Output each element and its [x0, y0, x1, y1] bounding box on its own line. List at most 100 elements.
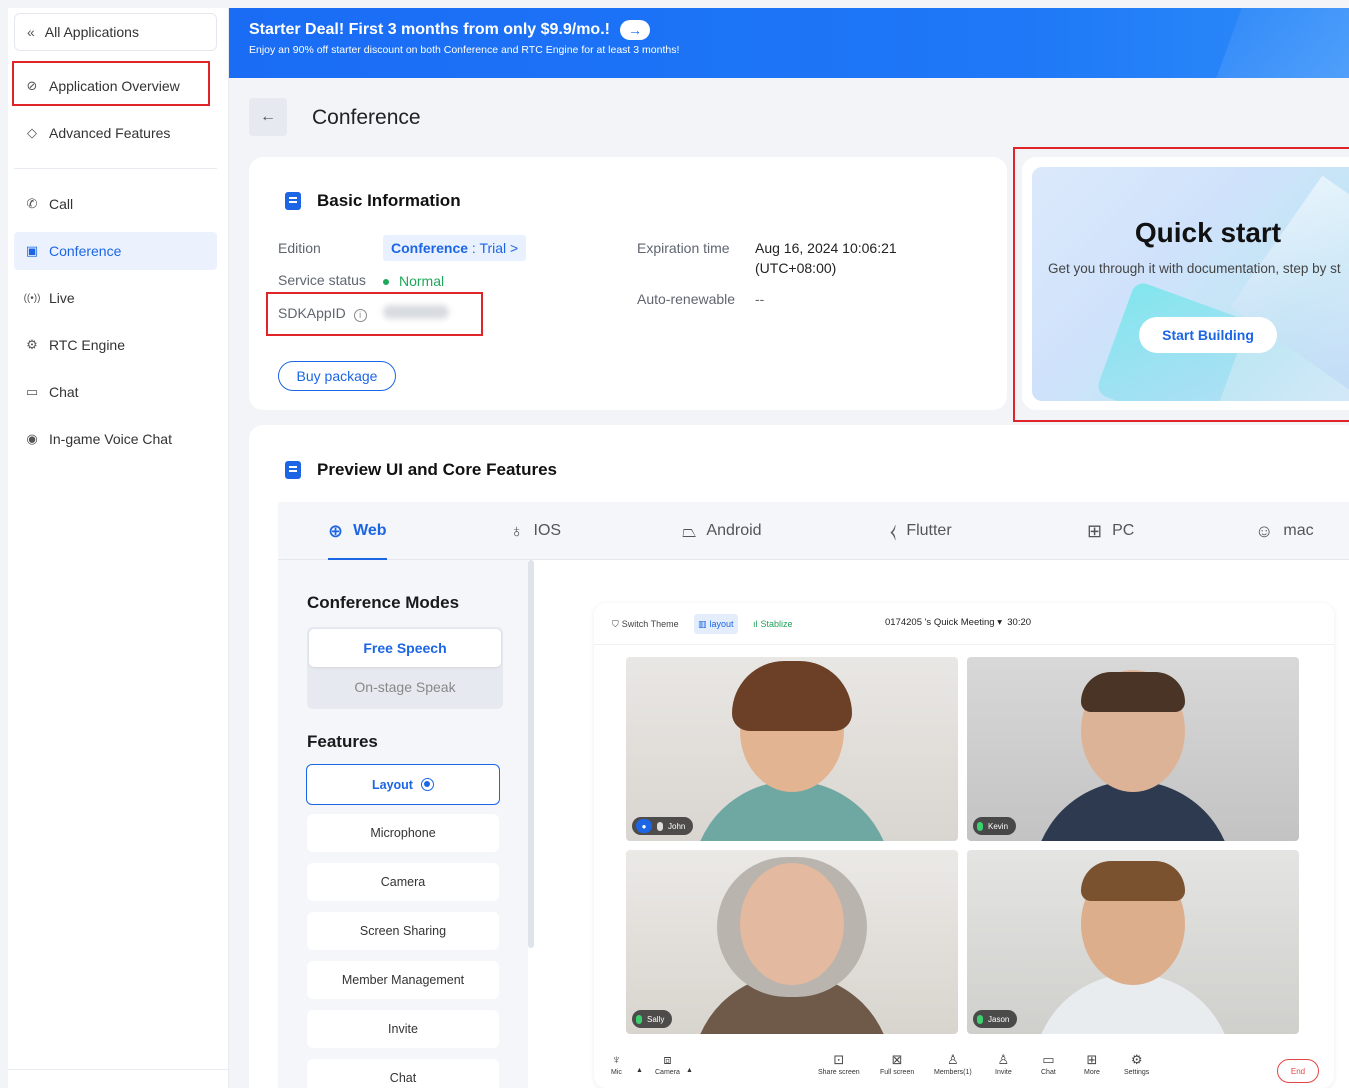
toolbar-more[interactable]: ⊞ More — [1084, 1052, 1100, 1077]
toolbar-invite[interactable]: ♙ Invite — [995, 1052, 1012, 1077]
toolbar-members[interactable]: ♙ Members(1) — [934, 1053, 972, 1077]
sidebar-item-label: Call — [49, 196, 74, 212]
switch-theme-button[interactable]: ⛉ Switch Theme — [608, 614, 683, 634]
tab-label: PC — [1112, 522, 1135, 539]
auto-renewable-label: Auto-renewable — [637, 291, 736, 307]
feature-label: Layout — [372, 777, 413, 792]
double-chevron-left-icon: « — [27, 24, 35, 40]
grid-icon: ⊞ — [1086, 1052, 1098, 1067]
quick-start-background — [1032, 167, 1349, 401]
participant-name: Sally — [647, 1014, 665, 1024]
features-heading: Features — [307, 732, 378, 751]
options-scrollbar[interactable] — [528, 560, 534, 948]
info-icon[interactable]: i — [353, 309, 367, 322]
toolbar-mic[interactable]: ♆ Mic — [611, 1053, 622, 1077]
tab-web[interactable]: ⊕ Web — [328, 502, 387, 560]
mic-icon — [977, 821, 983, 831]
quick-start-title: Quick start — [1134, 217, 1282, 248]
sidebar-item-conference[interactable]: ▣ Conference — [14, 232, 217, 270]
edition-label: Edition — [278, 240, 321, 256]
meeting-title[interactable]: 0174205 's Quick Meeting ▾ 30:20 — [885, 617, 1031, 628]
caret-up-icon[interactable]: ▲ — [686, 1067, 693, 1074]
quick-start-description: Get you through it with documentation, s… — [1048, 261, 1341, 276]
android-icon: ⏢ — [682, 520, 697, 541]
sidebar-item-label: RTC Engine — [49, 337, 126, 353]
sidebar-item-label: Application Overview — [49, 78, 180, 94]
banner-subtitle: Enjoy an 90% off starter discount on bot… — [249, 44, 680, 56]
feature-member-management[interactable]: Member Management — [307, 961, 499, 999]
participant-name: John — [668, 821, 686, 831]
mode-on-stage-speak[interactable]: On-stage Speak — [309, 668, 501, 706]
engine-icon: ⚙ — [26, 337, 38, 352]
tab-flutter[interactable]: ⧼ Flutter — [890, 502, 952, 560]
layout-label: layout — [709, 619, 734, 629]
participant-face — [740, 862, 844, 985]
full-screen-icon: ⊠ — [891, 1052, 903, 1067]
toolbar-share-screen[interactable]: ⊡ Share screen — [818, 1053, 860, 1077]
sidebar-item-in-game-voice-chat[interactable]: ◉ In-game Voice Chat — [14, 420, 217, 458]
diamond-icon: ◇ — [27, 125, 37, 140]
sidebar-item-application-overview[interactable]: ⊘ Application Overview — [14, 67, 217, 105]
broadcast-icon: ((•)) — [23, 292, 41, 304]
signal-icon: ıl — [753, 619, 758, 629]
toolbar-full-screen[interactable]: ⊠ Full screen — [880, 1052, 914, 1077]
promo-banner[interactable]: Starter Deal! First 3 months from only $… — [229, 8, 1349, 78]
stabilize-label: Stablize — [760, 619, 793, 629]
expiration-value: Aug 16, 2024 10:06:21 — [755, 240, 897, 256]
caret-up-icon[interactable]: ▲ — [636, 1067, 643, 1074]
tab-android[interactable]: ⏢ Android — [682, 502, 762, 560]
phone-icon: ✆ — [26, 196, 38, 211]
banner-decoration — [1208, 8, 1349, 78]
expiration-label: Expiration time — [637, 240, 730, 256]
buy-package-button[interactable]: Buy package — [278, 361, 396, 391]
mac-icon: ☺ — [1255, 520, 1274, 541]
tab-pc[interactable]: ⊞ PC — [1087, 502, 1134, 560]
toolbar-label: More — [1084, 1069, 1100, 1076]
invite-icon: ♙ — [997, 1052, 1010, 1067]
toolbar-camera[interactable]: ⧈ Camera — [655, 1053, 680, 1077]
banner-title: Starter Deal! First 3 months from only $… — [249, 20, 650, 40]
banner-title-text: Starter Deal! First 3 months from only $… — [249, 21, 610, 38]
chat-icon: ▭ — [1042, 1052, 1055, 1067]
participant-tag: ● John — [632, 817, 694, 835]
layout-button[interactable]: ▥ layout — [694, 614, 738, 634]
sidebar-item-live[interactable]: ((•)) Live — [14, 279, 217, 317]
stabilize-indicator: ıl Stablize — [749, 614, 797, 634]
toolbar-settings[interactable]: ⚙ Settings — [1124, 1053, 1149, 1077]
feature-chat[interactable]: Chat — [307, 1059, 499, 1088]
sidebar-item-call[interactable]: ✆ Call — [14, 185, 217, 223]
host-icon: ● — [636, 819, 652, 833]
sdkappid-value-blurred — [383, 305, 449, 319]
conference-icon: ▣ — [25, 243, 39, 258]
feature-microphone[interactable]: Microphone — [307, 814, 499, 852]
tab-ios[interactable]: ♁ IOS — [510, 502, 561, 560]
service-status-label: Service status — [278, 272, 366, 288]
sidebar-item-chat[interactable]: ▭ Chat — [14, 373, 217, 411]
sidebar-item-label: Chat — [49, 384, 79, 400]
participant-hair — [1081, 671, 1185, 712]
feature-camera[interactable]: Camera — [307, 863, 499, 901]
sidebar-footer-divider — [8, 1069, 229, 1070]
feature-screen-sharing[interactable]: Screen Sharing — [307, 912, 499, 950]
mode-free-speech[interactable]: Free Speech — [309, 629, 501, 667]
meeting-toolbar: ♆ Mic ▲ ⧈ Camera ▲ ⊡ Share screen ⊠ Full scr… — [594, 1043, 1334, 1088]
auto-renewable-value: -- — [755, 291, 765, 307]
edition-tag[interactable]: Conference : Trial > — [383, 235, 527, 261]
mic-icon — [636, 1014, 642, 1024]
video-tile-john: ● John — [626, 657, 958, 841]
feature-invite[interactable]: Invite — [307, 1010, 499, 1048]
arrow-right-icon[interactable]: → — [619, 20, 650, 40]
toolbar-chat[interactable]: ▭ Chat — [1041, 1052, 1056, 1077]
meeting-title-text: 0174205 's Quick Meeting — [885, 617, 995, 628]
sidebar-item-advanced-features[interactable]: ◇ Advanced Features — [14, 114, 217, 152]
sdkappid-label: SDKAppID i — [278, 305, 367, 322]
all-applications-button[interactable]: « All Applications — [14, 13, 217, 51]
start-building-button[interactable]: Start Building — [1139, 317, 1277, 353]
video-tile-sally: Sally — [626, 850, 958, 1034]
tab-mac[interactable]: ☺ mac — [1255, 502, 1314, 560]
toolbar-label: Mic — [611, 1069, 622, 1076]
sidebar-item-rtc-engine[interactable]: ⚙ RTC Engine — [14, 326, 217, 364]
back-button[interactable]: ← — [249, 98, 287, 136]
feature-layout[interactable]: Layout — [306, 764, 500, 805]
end-meeting-button[interactable]: End — [1277, 1059, 1319, 1083]
